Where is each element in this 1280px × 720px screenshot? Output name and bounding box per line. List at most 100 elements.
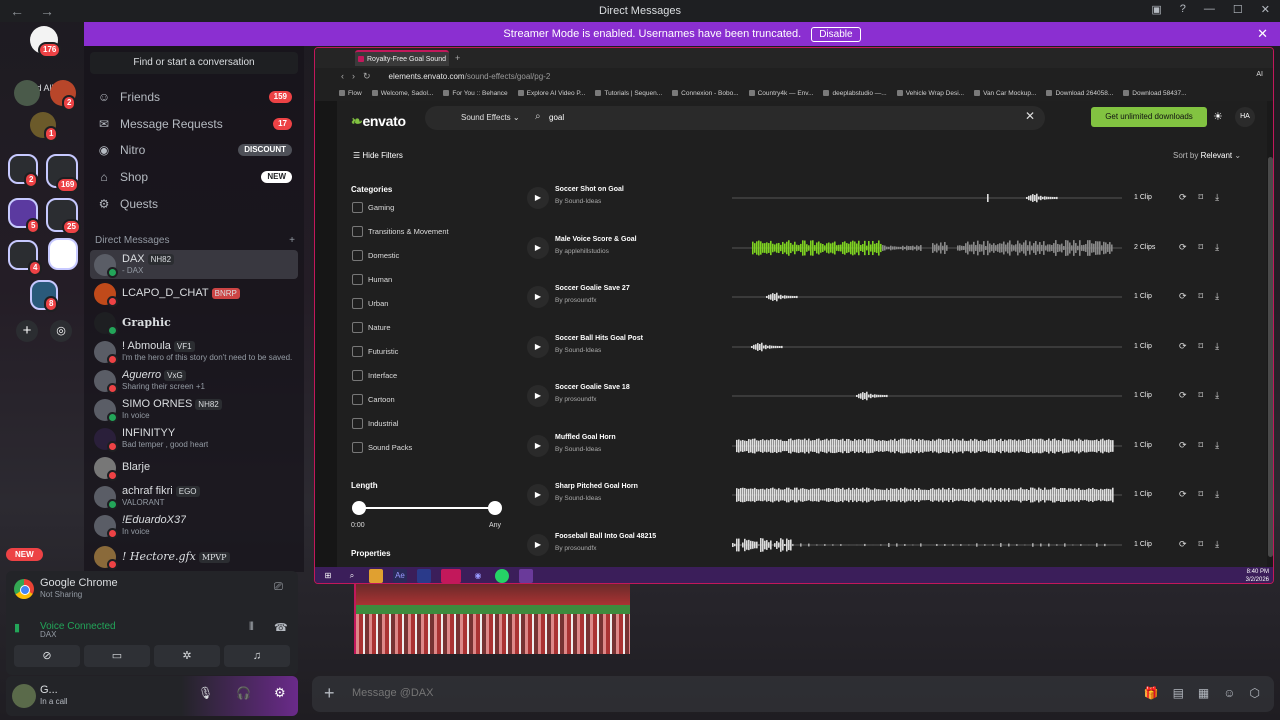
- app-icon[interactable]: [441, 569, 461, 583]
- disable-button[interactable]: Disable: [811, 26, 861, 42]
- similar-icon[interactable]: ⟳: [1179, 291, 1187, 302]
- track-row[interactable]: ▶ Soccer Ball Hits Goal Post By Sound-Idea…: [527, 334, 1247, 374]
- bookmark[interactable]: Tutorials | Sequen...: [595, 90, 662, 97]
- dm-item[interactable]: LCAPO_D_CHAT BNRP: [90, 279, 298, 308]
- help-icon[interactable]: ?: [1180, 3, 1186, 16]
- create-dm-icon[interactable]: +: [289, 235, 295, 246]
- play-button[interactable]: ▶: [527, 286, 549, 308]
- similar-icon[interactable]: ⟳: [1179, 539, 1187, 550]
- play-button[interactable]: ▶: [527, 385, 549, 407]
- bookmark[interactable]: Van Car Mockup...: [974, 90, 1036, 97]
- track-author[interactable]: By Sound-Ideas: [555, 347, 601, 354]
- get-unlimited-button[interactable]: Get unlimited downloads: [1091, 107, 1207, 127]
- track-row[interactable]: ▶ Soccer Goalie Save 18 By prosoundfx 1 Cli…: [527, 383, 1247, 423]
- play-button[interactable]: ▶: [527, 533, 549, 556]
- bookmark[interactable]: deeplabstudio —...: [823, 90, 886, 97]
- sidebar-item-nitro[interactable]: ◉ Nitro DISCOUNT: [96, 138, 292, 162]
- noise-suppression-icon[interactable]: ⦀: [249, 621, 254, 634]
- track-title[interactable]: Fooseball Ball Into Goal 48215: [555, 533, 656, 540]
- category-checkbox[interactable]: [352, 298, 363, 309]
- track-row[interactable]: ▶ Soccer Shot on Goal By Sound-Ideas 1 Clip…: [527, 185, 1247, 225]
- bookmark[interactable]: Download 58437...: [1123, 90, 1186, 97]
- category-checkbox[interactable]: [352, 418, 363, 429]
- bookmark-icon[interactable]: ⌑: [1199, 489, 1204, 500]
- category-checkbox[interactable]: [352, 346, 363, 357]
- avatar[interactable]: HA: [1235, 107, 1255, 127]
- sidebar-item-quests[interactable]: ⚙ Quests: [96, 192, 292, 216]
- category-checkbox[interactable]: [352, 394, 363, 405]
- apps-icon[interactable]: ⬡: [1250, 686, 1260, 700]
- track-title[interactable]: Soccer Goalie Save 27: [555, 285, 630, 292]
- dm-item[interactable]: ! Hectore.gfx MPVP: [90, 542, 298, 571]
- length-slider[interactable]: [352, 501, 502, 515]
- category-checkbox[interactable]: [352, 202, 363, 213]
- sidebar-item-message-requests[interactable]: ✉ Message Requests 17: [96, 112, 292, 136]
- disconnect-icon[interactable]: ☎: [274, 621, 288, 634]
- download-icon[interactable]: ⤓: [1215, 539, 1219, 550]
- play-button[interactable]: ▶: [527, 335, 549, 358]
- bookmark-icon[interactable]: ⌑: [1199, 242, 1204, 253]
- similar-icon[interactable]: ⟳: [1179, 341, 1187, 352]
- url-field[interactable]: elements.envato.com/sound-effects/goal/p…: [389, 72, 551, 81]
- track-author[interactable]: By applehillstudios: [555, 248, 609, 255]
- track-author[interactable]: By prosoundfx: [555, 396, 597, 403]
- track-author[interactable]: By Sound-Ideas: [555, 198, 601, 205]
- bookmark[interactable]: Vehicle Wrap Desi...: [897, 90, 964, 97]
- waveform[interactable]: [732, 185, 1122, 211]
- category-checkbox[interactable]: [352, 370, 363, 381]
- after-effects-icon[interactable]: Ae: [393, 569, 407, 583]
- download-icon[interactable]: ⤓: [1215, 192, 1219, 203]
- stream-preview[interactable]: [354, 584, 630, 654]
- category-checkbox[interactable]: [352, 250, 363, 261]
- whatsapp-icon[interactable]: [495, 569, 509, 583]
- sidebar-item-friends[interactable]: ☺ Friends 159: [96, 85, 292, 109]
- server-folder[interactable]: [48, 238, 78, 270]
- find-conversation-button[interactable]: Find or start a conversation: [90, 52, 298, 74]
- windows-start-icon[interactable]: ⊞: [321, 569, 335, 583]
- track-row[interactable]: ▶ Male Voice Score & Goal By applehillstud…: [527, 235, 1247, 275]
- waveform[interactable]: [732, 482, 1122, 508]
- sort-select[interactable]: Sort by Relevant ⌄: [1173, 151, 1241, 160]
- download-icon[interactable]: ⤓: [1215, 242, 1219, 253]
- track-author[interactable]: By Sound-Ideas: [555, 495, 601, 502]
- discord-icon[interactable]: ◉: [471, 569, 485, 583]
- emoji-icon[interactable]: ☺: [1223, 686, 1235, 700]
- track-title[interactable]: Sharp Pitched Goal Horn: [555, 483, 638, 490]
- dm-item[interactable]: achraf fikri EGO VALORANT: [90, 482, 298, 511]
- similar-icon[interactable]: ⟳: [1179, 440, 1187, 451]
- bookmark-icon[interactable]: ⌑: [1199, 390, 1204, 401]
- bookmark-icon[interactable]: ⌑: [1199, 291, 1204, 302]
- download-icon[interactable]: ⤓: [1215, 440, 1219, 451]
- message-input[interactable]: [352, 687, 952, 699]
- track-author[interactable]: By prosoundfx: [555, 545, 597, 552]
- dm-item[interactable]: Aguerro VxG Sharing their screen +1: [90, 366, 298, 395]
- similar-icon[interactable]: ⟳: [1179, 242, 1187, 253]
- gift-icon[interactable]: 🎁: [1144, 686, 1159, 700]
- twitch-icon[interactable]: [519, 569, 533, 583]
- bookmark[interactable]: Download 264058...: [1046, 90, 1113, 97]
- waveform[interactable]: [732, 235, 1122, 261]
- scrollbar[interactable]: [1267, 101, 1273, 567]
- ai-label[interactable]: AI: [1256, 71, 1263, 78]
- bookmark-icon[interactable]: ⌑: [1199, 440, 1204, 451]
- maximize-icon[interactable]: ☐: [1233, 3, 1243, 16]
- waveform[interactable]: [732, 383, 1122, 409]
- track-title[interactable]: Male Voice Score & Goal: [555, 236, 637, 243]
- sidebar-item-shop[interactable]: ⌂ Shop NEW: [96, 165, 292, 189]
- dm-item[interactable]: SIMO ORNES NH82 In voice: [90, 395, 298, 424]
- activities-button[interactable]: ✲: [154, 645, 220, 667]
- play-button[interactable]: ▶: [527, 236, 549, 259]
- category-select[interactable]: Sound Effects ⌄: [461, 113, 520, 122]
- attach-plus-icon[interactable]: +: [324, 683, 335, 704]
- track-title[interactable]: Soccer Shot on Goal: [555, 186, 624, 193]
- clear-search-icon[interactable]: ✕: [1025, 109, 1035, 123]
- download-icon[interactable]: ⤓: [1215, 341, 1219, 352]
- slider-min-handle[interactable]: [352, 501, 366, 515]
- track-row[interactable]: ▶ Muffled Goal Horn By Sound-Ideas 1 Clip ⟳ ⌑…: [527, 433, 1247, 473]
- download-icon[interactable]: ⤓: [1215, 489, 1219, 500]
- headphones-icon[interactable]: 🎧: [236, 686, 251, 700]
- track-author[interactable]: By prosoundfx: [555, 297, 597, 304]
- explore-icon[interactable]: ◎: [50, 320, 72, 342]
- add-server-icon[interactable]: +: [16, 320, 38, 342]
- minimize-icon[interactable]: —: [1204, 3, 1215, 16]
